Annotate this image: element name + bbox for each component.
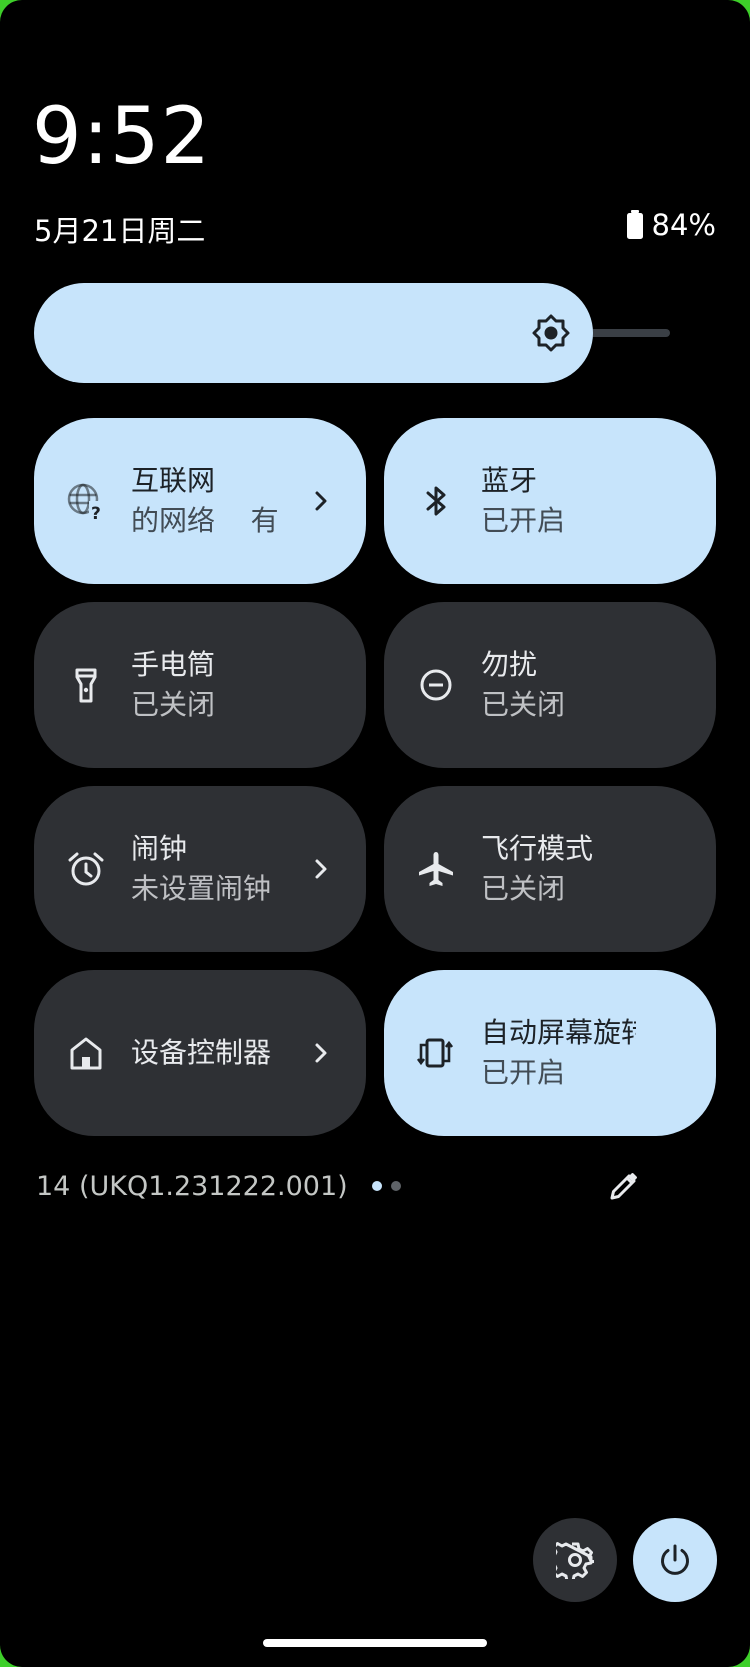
- date[interactable]: 5月21日周二: [34, 208, 205, 250]
- tile-title: 飞行模式: [481, 832, 594, 865]
- do-not-disturb-icon: [416, 665, 456, 705]
- battery-percent: 84%: [651, 208, 716, 242]
- tile-subtitle: 已关闭: [481, 688, 566, 721]
- alarm-icon: [66, 849, 106, 889]
- pencil-icon: [610, 1173, 637, 1200]
- tile-auto-rotate[interactable]: 自动屏幕旋转 已开启: [384, 970, 716, 1136]
- tile-flashlight[interactable]: 手电筒 已关闭: [34, 602, 366, 768]
- bluetooth-icon: [416, 481, 456, 521]
- tile-title: 设备控制器: [131, 1036, 272, 1069]
- tile-title: 闹钟: [131, 832, 188, 865]
- tile-subtitle: 已关闭: [481, 872, 566, 905]
- tile-title: 手电筒: [131, 648, 216, 681]
- tile-globe-question[interactable]: ? 互联网的网络 有: [34, 418, 366, 584]
- svg-text:?: ?: [91, 504, 101, 521]
- tile-subtitle: 已开启: [481, 504, 566, 537]
- tile-title: 互联网: [131, 464, 216, 497]
- build-number[interactable]: 14 (UKQ1.231222.001): [36, 1171, 348, 1202]
- page-indicator: [371, 1181, 401, 1191]
- battery-indicator[interactable]: 84%: [626, 208, 716, 242]
- gear-icon: [556, 1542, 594, 1579]
- brightness-icon: [531, 313, 571, 353]
- tile-airplane[interactable]: 飞行模式 已关闭: [384, 786, 716, 952]
- page-indicator-dot: [390, 1181, 401, 1191]
- tile-text: 自动屏幕旋转 已开启: [481, 1013, 636, 1093]
- chevron-right-icon[interactable]: [312, 855, 330, 883]
- page-indicator-dot: [371, 1181, 382, 1191]
- battery-icon: [626, 210, 644, 240]
- tile-home[interactable]: 设备控制器: [34, 970, 366, 1136]
- chevron-right-icon[interactable]: [312, 1039, 330, 1067]
- tile-subtitle: 已开启: [481, 1056, 566, 1089]
- chevron-right-icon[interactable]: [312, 487, 330, 515]
- clock[interactable]: 9:52: [32, 98, 211, 176]
- navigation-handle[interactable]: [263, 1639, 487, 1647]
- tile-do-not-disturb[interactable]: 勿扰 已关闭: [384, 602, 716, 768]
- tile-title: 蓝牙: [481, 464, 538, 497]
- tile-subtitle: 已关闭: [131, 688, 216, 721]
- tile-text: 手电筒 已关闭: [131, 645, 286, 725]
- tile-subtitle: 的网络 有: [131, 504, 279, 537]
- quick-settings-tiles: ? 互联网 的网络 有蓝牙 已开启 手电筒 已关闭 勿扰 已关闭 闹钟 未设置闹钟 飞行模式 已关闭设…: [34, 418, 717, 1136]
- tile-subtitle: 未设置闹钟: [131, 872, 272, 905]
- tile-text: 闹钟 未设置闹钟: [131, 829, 286, 909]
- auto-rotate-icon: [416, 1033, 456, 1073]
- power-icon: [661, 1544, 689, 1575]
- power-button[interactable]: [633, 1518, 717, 1602]
- tile-alarm[interactable]: 闹钟 未设置闹钟: [34, 786, 366, 952]
- tile-title: 自动屏幕旋转: [481, 1016, 636, 1049]
- edit-button[interactable]: [602, 1164, 646, 1208]
- footer-row: 14 (UKQ1.231222.001): [36, 1164, 676, 1208]
- tile-text: 勿扰 已关闭: [481, 645, 636, 725]
- tile-bluetooth[interactable]: 蓝牙 已开启: [384, 418, 716, 584]
- tile-title: 勿扰: [481, 648, 538, 681]
- tile-text: 互联网 的网络 有: [131, 461, 286, 541]
- airplane-icon: [416, 849, 456, 889]
- brightness-slider-fill: [34, 283, 593, 383]
- tile-text: 蓝牙 已开启: [481, 461, 636, 541]
- settings-button[interactable]: [533, 1518, 617, 1602]
- brightness-slider[interactable]: [34, 283, 670, 383]
- globe-question-icon: ?: [66, 481, 106, 521]
- quick-settings-panel: 9:52 5月21日周二 84% ? 互联网 的网络 有蓝牙 已开启 手电筒 已关闭 勿扰已…: [0, 0, 750, 1667]
- tile-text: 设备控制器: [131, 1033, 286, 1073]
- tile-text: 飞行模式 已关闭: [481, 829, 636, 909]
- flashlight-icon: [66, 665, 106, 705]
- home-icon: [66, 1033, 106, 1073]
